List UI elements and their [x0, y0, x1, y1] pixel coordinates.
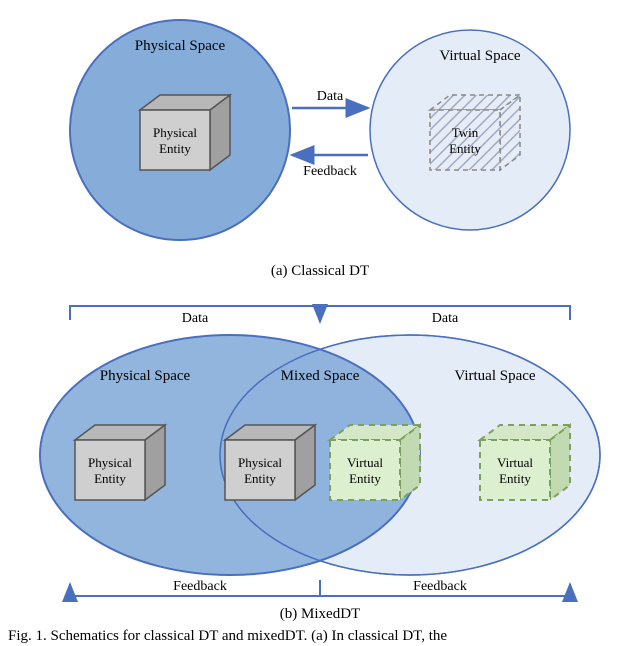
pe2-label-2: Entity: [244, 471, 276, 486]
diagram-svg: Physical Space Virtual Space Physical En…: [0, 0, 640, 646]
panel-b-caption: (b) MixedDT: [280, 606, 360, 622]
data-label-1: Data: [182, 311, 209, 326]
virtual-entity-cube-1: Virtual Entity: [330, 425, 420, 500]
pe1-label-1: Physical: [88, 455, 132, 470]
ve2-label-2: Entity: [499, 471, 531, 486]
virtual-entity-cube-2: Virtual Entity: [480, 425, 570, 500]
virtual-space-label-b: Virtual Space: [454, 368, 535, 384]
pe1-label-2: Entity: [94, 471, 126, 486]
twin-entity-cube: Twin Entity: [430, 95, 520, 170]
panel-b: Physical Space Mixed Space Virtual Space…: [40, 306, 600, 622]
physical-entity-cube: Physical Entity: [140, 95, 230, 170]
virtual-space-label: Virtual Space: [439, 48, 520, 64]
physical-space-label-b: Physical Space: [100, 368, 191, 384]
mixed-space-label: Mixed Space: [281, 368, 360, 384]
physical-space-label: Physical Space: [135, 38, 226, 54]
physical-entity-label-2: Entity: [159, 141, 191, 156]
ve1-label-1: Virtual: [347, 455, 383, 470]
panel-a: Physical Space Virtual Space Physical En…: [70, 20, 570, 279]
feedback-label-2: Feedback: [413, 579, 467, 594]
physical-entity-cube-2: Physical Entity: [225, 425, 315, 500]
twin-entity-label-1: Twin: [452, 125, 479, 140]
figure-caption: Fig. 1. Schematics for classical DT and …: [8, 628, 447, 644]
data-label-2: Data: [432, 311, 459, 326]
pe2-label-1: Physical: [238, 455, 282, 470]
feedback-label-1: Feedback: [173, 579, 227, 594]
ve2-label-1: Virtual: [497, 455, 533, 470]
ve1-label-2: Entity: [349, 471, 381, 486]
figure-container: Physical Space Virtual Space Physical En…: [0, 0, 640, 646]
twin-entity-label-2: Entity: [449, 141, 481, 156]
feedback-arrow-label: Feedback: [303, 164, 357, 179]
physical-entity-label-1: Physical: [153, 125, 197, 140]
data-arrow-label: Data: [317, 89, 344, 104]
physical-entity-cube-1: Physical Entity: [75, 425, 165, 500]
panel-a-caption: (a) Classical DT: [271, 263, 369, 279]
